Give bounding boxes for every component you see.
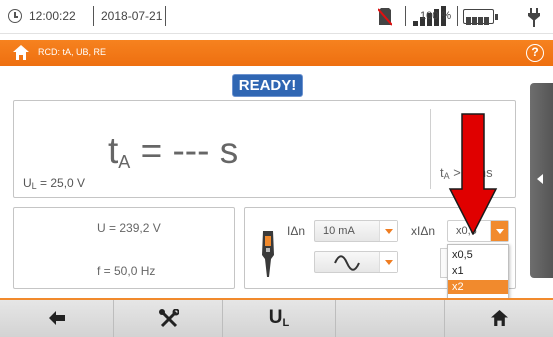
- home-icon: [491, 310, 508, 326]
- settings-button[interactable]: [114, 300, 223, 337]
- multiplier-option-selected[interactable]: x2: [448, 280, 508, 294]
- power-plug-icon: [528, 8, 540, 27]
- ul-limit-value: UL = 25,0 V: [23, 176, 86, 191]
- back-button[interactable]: [0, 300, 114, 337]
- battery-percent: 100 %: [420, 10, 452, 22]
- idn-label: IΔn: [287, 224, 306, 238]
- bottom-toolbar: UL: [0, 298, 553, 337]
- red-arrow-icon: [448, 113, 498, 235]
- divider: [93, 6, 94, 26]
- meter-screen: 12:00:22 2018-07-21 100 % RCD: tA, UB, R…: [0, 0, 553, 337]
- ul-button-label: UL: [268, 307, 290, 329]
- divider: [457, 6, 458, 26]
- voltage-reading: U = 239,2 V: [97, 221, 161, 235]
- divider: [165, 6, 166, 26]
- mode-title: RCD: tA, UB, RE: [38, 47, 107, 57]
- trip-time-result: tA = --- s: [108, 130, 239, 173]
- divider: [430, 109, 431, 189]
- rcd-probe-icon: [262, 231, 274, 277]
- waveform-select[interactable]: [314, 251, 398, 273]
- result-panel: [13, 100, 516, 198]
- tools-icon: [159, 309, 179, 328]
- frequency-reading: f = 50,0 Hz: [97, 264, 156, 278]
- no-memory-card-icon: [378, 8, 392, 26]
- clock-icon: [8, 9, 22, 23]
- help-icon[interactable]: ?: [526, 44, 544, 62]
- mode-header: RCD: tA, UB, RE ?: [0, 40, 553, 66]
- multiplier-option[interactable]: x1: [448, 264, 508, 278]
- home-button[interactable]: [445, 300, 553, 337]
- arrow-left-icon: [49, 311, 65, 325]
- side-panel-tab[interactable]: [530, 83, 553, 278]
- arrow-left-icon: [537, 174, 543, 184]
- multiplier-option[interactable]: x0,5: [448, 248, 508, 262]
- status-date: 2018-07-21: [101, 9, 163, 23]
- chevron-down-icon: [379, 221, 397, 241]
- divider: [405, 6, 406, 26]
- chevron-down-icon: [379, 252, 397, 272]
- battery-icon: [463, 9, 498, 25]
- ready-badge: READY!: [232, 74, 303, 97]
- multiplier-label: xIΔn: [411, 224, 436, 238]
- status-time: 12:00:22: [29, 9, 76, 23]
- idn-select[interactable]: 10 mA: [314, 220, 398, 242]
- ul-button[interactable]: UL: [223, 300, 336, 337]
- home-icon[interactable]: [13, 45, 29, 60]
- empty-toolbar-slot: [336, 300, 445, 337]
- sine-wave-icon: [334, 255, 360, 271]
